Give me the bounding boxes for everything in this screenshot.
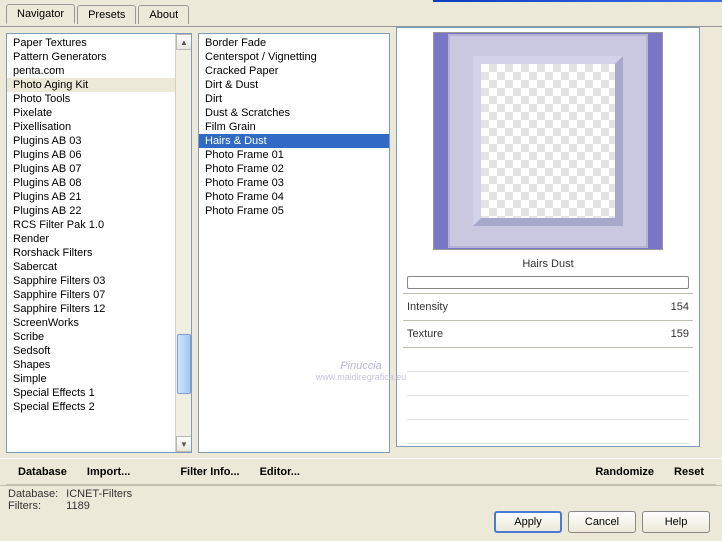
category-item[interactable]: Special Effects 2 xyxy=(7,400,191,414)
status-bar: Database: Filters: ICNET-Filters 1189 xyxy=(0,485,722,514)
category-item[interactable]: Shapes xyxy=(7,358,191,372)
tab-bar: NavigatorPresetsAbout xyxy=(0,2,722,24)
current-filter-name: Hairs Dust xyxy=(397,254,699,276)
category-item[interactable]: Sapphire Filters 07 xyxy=(7,288,191,302)
category-item[interactable]: Scribe xyxy=(7,330,191,344)
category-item[interactable]: Plugins AB 03 xyxy=(7,134,191,148)
separator xyxy=(403,320,693,321)
filter-item[interactable]: Photo Frame 02 xyxy=(199,162,389,176)
category-item[interactable]: Sedsoft xyxy=(7,344,191,358)
status-filters-label: Filters: xyxy=(8,500,58,512)
category-item[interactable]: Photo Aging Kit xyxy=(7,78,191,92)
reset-button[interactable]: Reset xyxy=(664,462,714,482)
category-item[interactable]: Photo Tools xyxy=(7,92,191,106)
category-panel: Paper TexturesPattern Generatorspenta.co… xyxy=(6,33,192,453)
bottom-menu: Database Import... Filter Info... Editor… xyxy=(0,458,722,484)
category-item[interactable]: Pixellisation xyxy=(7,120,191,134)
param-label: Intensity xyxy=(407,301,448,313)
category-item[interactable]: Pixelate xyxy=(7,106,191,120)
filter-item[interactable]: Dust & Scratches xyxy=(199,106,389,120)
category-scrollbar[interactable]: ▲ ▼ xyxy=(175,34,191,452)
filter-item[interactable]: Dirt xyxy=(199,92,389,106)
dialog-buttons: Apply Cancel Help xyxy=(494,511,710,533)
category-item[interactable]: penta.com xyxy=(7,64,191,78)
scroll-down-icon[interactable]: ▼ xyxy=(176,436,192,452)
main-area: Paper TexturesPattern Generatorspenta.co… xyxy=(0,26,722,458)
tab-about[interactable]: About xyxy=(138,5,189,24)
category-item[interactable]: ScreenWorks xyxy=(7,316,191,330)
database-button[interactable]: Database xyxy=(8,462,77,482)
filter-list[interactable]: Border FadeCenterspot / VignettingCracke… xyxy=(199,34,389,452)
category-item[interactable]: Special Effects 1 xyxy=(7,386,191,400)
separator xyxy=(403,347,693,348)
param-row[interactable]: Texture 159 xyxy=(407,323,689,345)
category-item[interactable]: Sapphire Filters 03 xyxy=(7,274,191,288)
filter-item[interactable]: Dirt & Dust xyxy=(199,78,389,92)
category-item[interactable]: Render xyxy=(7,232,191,246)
import-button[interactable]: Import... xyxy=(77,462,140,482)
param-empty-slot xyxy=(407,398,689,420)
help-button[interactable]: Help xyxy=(642,511,710,533)
filter-item[interactable]: Film Grain xyxy=(199,120,389,134)
frame-inner xyxy=(473,56,623,226)
param-empty-slot xyxy=(407,422,689,444)
category-item[interactable]: Plugins AB 08 xyxy=(7,176,191,190)
editor-button[interactable]: Editor... xyxy=(250,462,310,482)
param-value: 159 xyxy=(671,328,689,340)
frame-outer xyxy=(448,34,648,248)
status-filters-value: 1189 xyxy=(66,500,132,512)
category-item[interactable]: Plugins AB 06 xyxy=(7,148,191,162)
category-item[interactable]: Sapphire Filters 12 xyxy=(7,302,191,316)
apply-button[interactable]: Apply xyxy=(494,511,562,533)
filter-item[interactable]: Centerspot / Vignetting xyxy=(199,50,389,64)
filter-item[interactable]: Border Fade xyxy=(199,36,389,50)
filter-item[interactable]: Photo Frame 04 xyxy=(199,190,389,204)
tab-navigator[interactable]: Navigator xyxy=(6,4,75,24)
category-item[interactable]: Plugins AB 21 xyxy=(7,190,191,204)
param-value: 154 xyxy=(671,301,689,313)
preview-panel: Hairs Dust Intensity154Texture159 Pinucc… xyxy=(396,27,700,447)
randomize-button[interactable]: Randomize xyxy=(585,462,664,482)
category-item[interactable]: Plugins AB 22 xyxy=(7,204,191,218)
filter-info-button[interactable]: Filter Info... xyxy=(170,462,249,482)
category-item[interactable]: Pattern Generators xyxy=(7,50,191,64)
param-row[interactable]: Intensity 154 xyxy=(407,296,689,318)
param-empty-slot xyxy=(407,350,689,372)
filter-item[interactable]: Photo Frame 03 xyxy=(199,176,389,190)
filter-item[interactable]: Cracked Paper xyxy=(199,64,389,78)
filter-item[interactable]: Photo Frame 01 xyxy=(199,148,389,162)
params-area: Intensity 154 Texture 159 xyxy=(397,294,699,446)
scroll-thumb[interactable] xyxy=(177,334,191,394)
preview-image xyxy=(433,32,663,250)
scroll-up-icon[interactable]: ▲ xyxy=(176,34,192,50)
filter-panel: Border FadeCenterspot / VignettingCracke… xyxy=(198,33,390,453)
category-item[interactable]: Sabercat xyxy=(7,260,191,274)
category-item[interactable]: Simple xyxy=(7,372,191,386)
cancel-button[interactable]: Cancel xyxy=(568,511,636,533)
category-item[interactable]: Plugins AB 07 xyxy=(7,162,191,176)
tab-presets[interactable]: Presets xyxy=(77,5,136,24)
filter-item[interactable]: Hairs & Dust xyxy=(199,134,389,148)
progress-bar xyxy=(407,276,689,289)
status-db-label: Database: xyxy=(8,488,58,500)
category-item[interactable]: RCS Filter Pak 1.0 xyxy=(7,218,191,232)
category-list[interactable]: Paper TexturesPattern Generatorspenta.co… xyxy=(7,34,191,452)
param-empty-slot xyxy=(407,374,689,396)
category-item[interactable]: Paper Textures xyxy=(7,36,191,50)
param-label: Texture xyxy=(407,328,443,340)
filter-item[interactable]: Photo Frame 05 xyxy=(199,204,389,218)
status-db-value: ICNET-Filters xyxy=(66,488,132,500)
category-item[interactable]: Rorshack Filters xyxy=(7,246,191,260)
